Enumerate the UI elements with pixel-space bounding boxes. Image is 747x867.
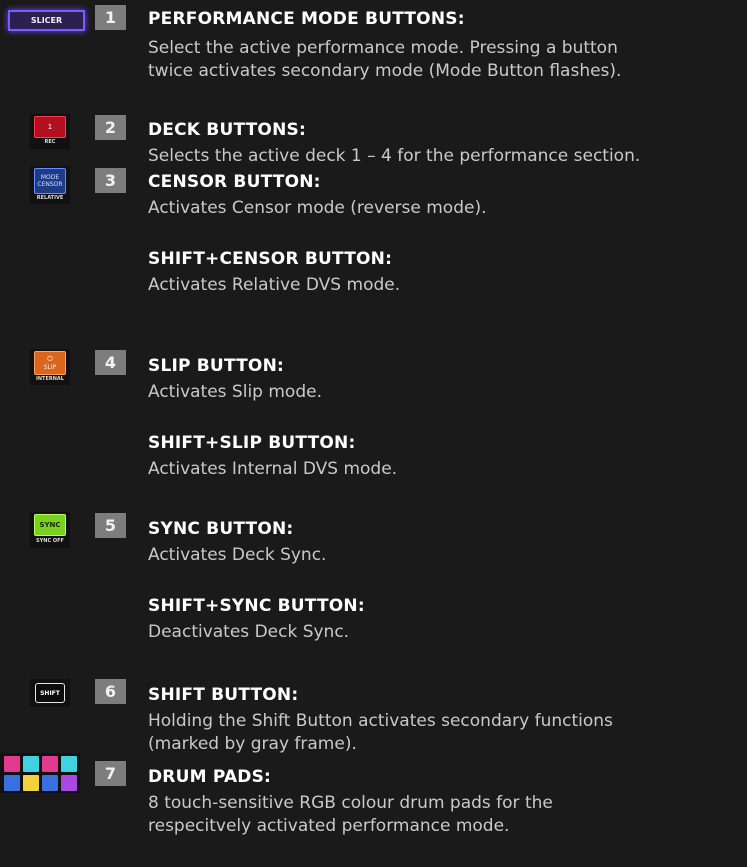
item-description-line: Selects the active deck 1 – 4 for the pe… bbox=[148, 146, 641, 166]
slip-button-sublabel: INTERNAL bbox=[36, 376, 64, 382]
sync-button-face: SYNC bbox=[34, 514, 66, 536]
slip-button-icon: ⏻ SLIP INTERNAL bbox=[30, 349, 70, 385]
item-subtitle: SHIFT+CENSOR BUTTON: bbox=[148, 249, 393, 269]
item-number: 4 bbox=[95, 350, 126, 375]
item-number: 3 bbox=[95, 168, 126, 193]
drum-pad bbox=[42, 756, 58, 772]
item-title: SHIFT BUTTON: bbox=[148, 685, 299, 705]
slicer-button-icon: SLICER bbox=[8, 10, 85, 31]
item-description-line: Activates Censor mode (reverse mode). bbox=[148, 198, 487, 218]
item-description-line: respecitvely activated performance mode. bbox=[148, 816, 510, 836]
slip-button-face: ⏻ SLIP bbox=[34, 351, 66, 375]
item-title: DECK BUTTONS: bbox=[148, 120, 306, 140]
item-title: SLIP BUTTON: bbox=[148, 356, 285, 376]
deck-button-face: 1 bbox=[34, 116, 66, 138]
item-subdescription-line: Activates Internal DVS mode. bbox=[148, 459, 398, 479]
item-number: 6 bbox=[95, 679, 126, 704]
item-title: DRUM PADS: bbox=[148, 767, 272, 787]
item-subdescription-line: Deactivates Deck Sync. bbox=[148, 622, 350, 642]
item-title: SYNC BUTTON: bbox=[148, 519, 294, 539]
drum-pad bbox=[23, 775, 39, 791]
deck-button-icon: 1 REC bbox=[30, 114, 70, 149]
item-subtitle: SHIFT+SLIP BUTTON: bbox=[148, 433, 356, 453]
slip-power-glyph: ⏻ bbox=[47, 355, 53, 363]
item-number: 1 bbox=[95, 5, 126, 30]
item-number: 7 bbox=[95, 761, 126, 786]
drum-pad bbox=[61, 756, 77, 772]
item-description-line: Holding the Shift Button activates secon… bbox=[148, 711, 613, 731]
shift-button-face: SHIFT bbox=[35, 683, 65, 703]
drum-pad bbox=[4, 775, 20, 791]
censor-label-bottom: CENSOR bbox=[37, 181, 63, 188]
censor-button-sublabel: RELATIVE bbox=[36, 195, 64, 201]
drum-pad bbox=[23, 756, 39, 772]
item-description-line: Activates Slip mode. bbox=[148, 382, 322, 402]
item-number: 2 bbox=[95, 115, 126, 140]
sync-button-icon: SYNC SYNC OFF bbox=[30, 512, 70, 548]
slip-label: SLIP bbox=[43, 364, 57, 371]
drum-pads-icon bbox=[0, 753, 80, 793]
item-description-line: twice activates secondary mode (Mode But… bbox=[148, 61, 622, 81]
item-description-line: Activates Deck Sync. bbox=[148, 545, 327, 565]
item-description-line: (marked by gray frame). bbox=[148, 734, 357, 754]
shift-button-icon: SHIFT bbox=[30, 679, 70, 707]
deck-button-sublabel: REC bbox=[44, 139, 56, 145]
drum-pad bbox=[61, 775, 77, 791]
drum-pad bbox=[42, 775, 58, 791]
item-title: PERFORMANCE MODE BUTTONS: bbox=[148, 9, 465, 29]
item-subdescription-line: Activates Relative DVS mode. bbox=[148, 275, 401, 295]
sync-button-sublabel: SYNC OFF bbox=[36, 538, 64, 544]
censor-label-top: MODE bbox=[40, 174, 60, 181]
item-description-line: 8 touch-sensitive RGB colour drum pads f… bbox=[148, 793, 553, 813]
item-subtitle: SHIFT+SYNC BUTTON: bbox=[148, 596, 365, 616]
item-description-line: Select the active performance mode. Pres… bbox=[148, 38, 618, 58]
drum-pad bbox=[4, 756, 20, 772]
censor-button-face: MODE CENSOR bbox=[34, 168, 66, 194]
item-number: 5 bbox=[95, 513, 126, 538]
censor-button-icon: MODE CENSOR RELATIVE bbox=[30, 166, 70, 204]
item-title: CENSOR BUTTON: bbox=[148, 172, 321, 192]
